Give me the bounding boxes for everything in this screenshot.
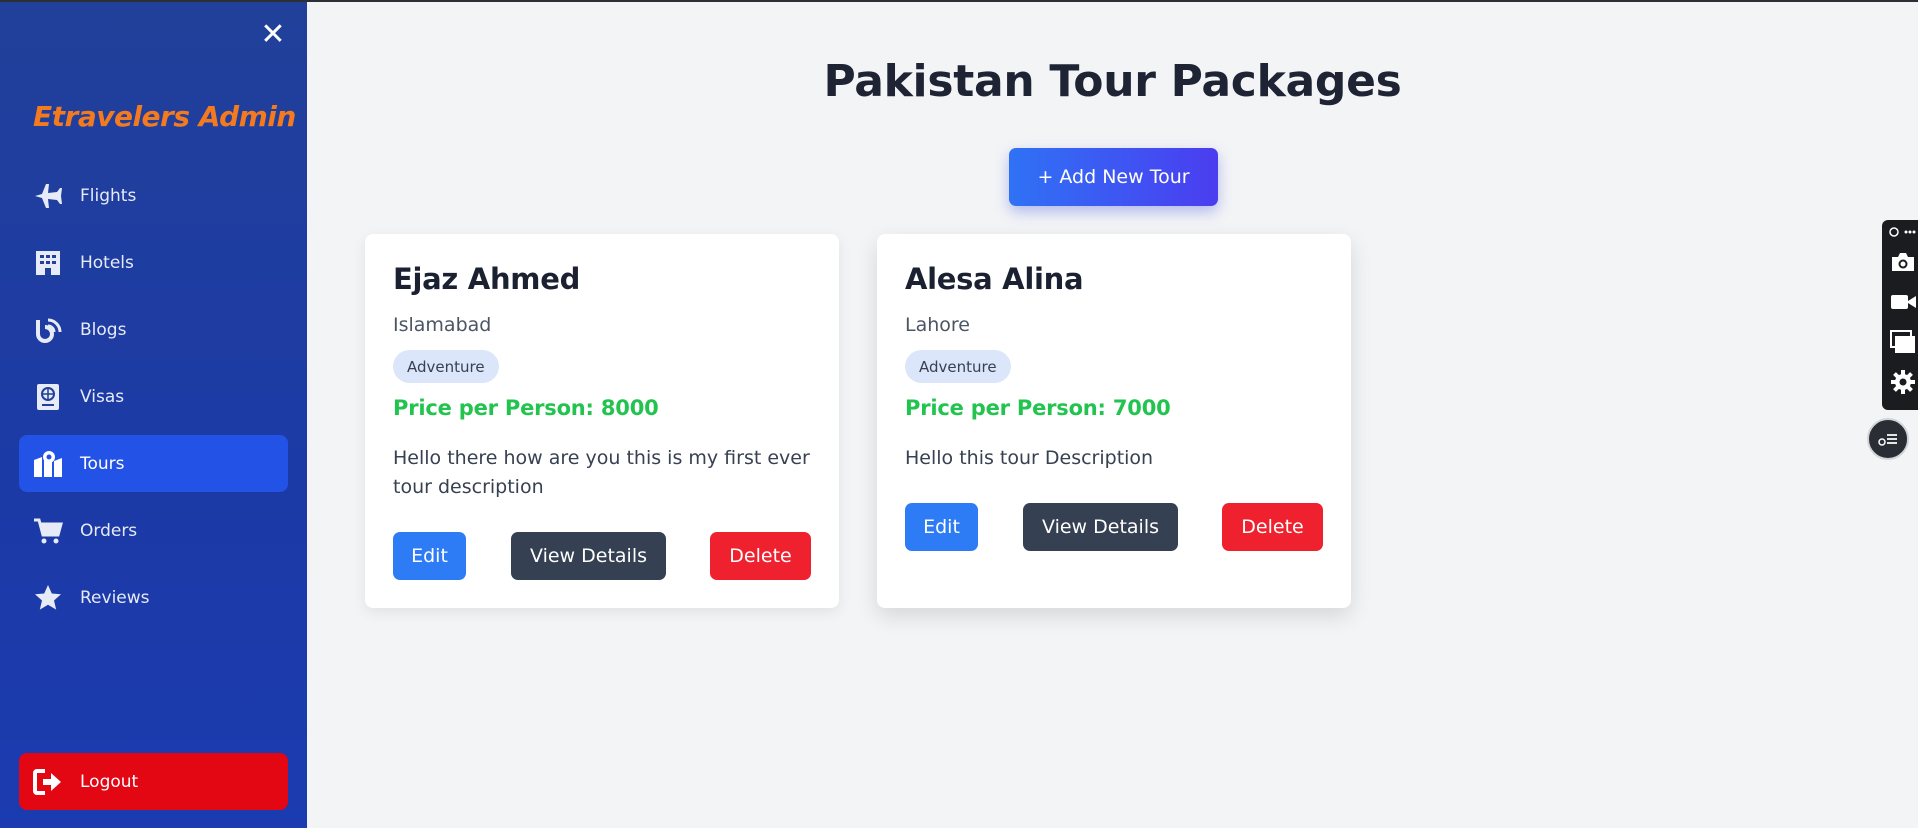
tour-name: Alesa Alina: [905, 262, 1084, 296]
sidebar-item-reviews[interactable]: Reviews: [19, 569, 288, 626]
tour-description: Hello there how are you this is my first…: [393, 447, 810, 498]
view-details-button[interactable]: View Details: [1023, 503, 1178, 551]
sign-out-icon: [33, 767, 63, 797]
sidebar-item-flights[interactable]: Flights: [19, 167, 288, 224]
tour-city: Islamabad: [393, 314, 492, 336]
map-location-icon: [33, 449, 63, 479]
tour-card: Ejaz Ahmed Islamabad Adventure Price per…: [365, 234, 839, 608]
sidebar-item-tours[interactable]: Tours: [19, 435, 288, 492]
tour-category-badge: Adventure: [905, 350, 1011, 383]
sidebar-item-blogs[interactable]: Blogs: [19, 301, 288, 358]
passport-icon: [33, 382, 63, 412]
tour-description: Hello this tour Description: [905, 447, 1154, 469]
tasks-floating-button[interactable]: [1867, 418, 1909, 460]
page-title: Pakistan Tour Packages: [823, 56, 1402, 107]
brand-logo: Etravelers Admin: [33, 100, 296, 133]
sidebar-item-label: Flights: [80, 185, 137, 206]
sidebar-item-label: Orders: [80, 520, 138, 541]
sidebar-item-visas[interactable]: Visas: [19, 368, 288, 425]
edit-button[interactable]: Edit: [905, 503, 978, 551]
floating-toolbar: [1882, 220, 1918, 410]
star-icon: [33, 583, 63, 613]
video-camera-icon[interactable]: [1888, 288, 1918, 316]
sidebar-item-label: Tours: [80, 453, 125, 474]
list-icon: [1878, 434, 1897, 446]
tour-name: Ejaz Ahmed: [393, 262, 581, 296]
close-icon[interactable]: ✕: [258, 20, 288, 50]
camera-icon[interactable]: [1888, 248, 1918, 276]
cart-icon: [33, 516, 63, 546]
gear-icon[interactable]: [1888, 368, 1918, 396]
tour-price: Price per Person: 8000: [393, 396, 659, 420]
sidebar-item-label: Blogs: [80, 319, 127, 340]
logout-button[interactable]: Logout: [19, 753, 288, 810]
link-more-icon[interactable]: [1888, 224, 1918, 240]
delete-button[interactable]: Delete: [1222, 503, 1323, 551]
sidebar-item-label: Reviews: [80, 587, 150, 608]
tour-category-badge: Adventure: [393, 350, 499, 383]
blog-icon: [33, 315, 63, 345]
sidebar-item-hotels[interactable]: Hotels: [19, 234, 288, 291]
window-icon[interactable]: [1888, 328, 1918, 356]
tour-card: Alesa Alina Lahore Adventure Price per P…: [877, 234, 1351, 608]
sidebar-item-label: Hotels: [80, 252, 134, 273]
add-new-tour-button[interactable]: + Add New Tour: [1009, 148, 1218, 206]
building-icon: [33, 248, 63, 278]
edit-button[interactable]: Edit: [393, 532, 466, 580]
delete-button[interactable]: Delete: [710, 532, 811, 580]
view-details-button[interactable]: View Details: [511, 532, 666, 580]
plane-icon: [33, 181, 63, 211]
tour-price: Price per Person: 7000: [905, 396, 1171, 420]
logout-label: Logout: [80, 771, 139, 792]
sidebar-item-orders[interactable]: Orders: [19, 502, 288, 559]
sidebar-item-label: Visas: [80, 386, 125, 407]
sidebar: ✕ Etravelers Admin Flights Hotels Blogs …: [0, 2, 307, 828]
tour-city: Lahore: [905, 314, 970, 336]
